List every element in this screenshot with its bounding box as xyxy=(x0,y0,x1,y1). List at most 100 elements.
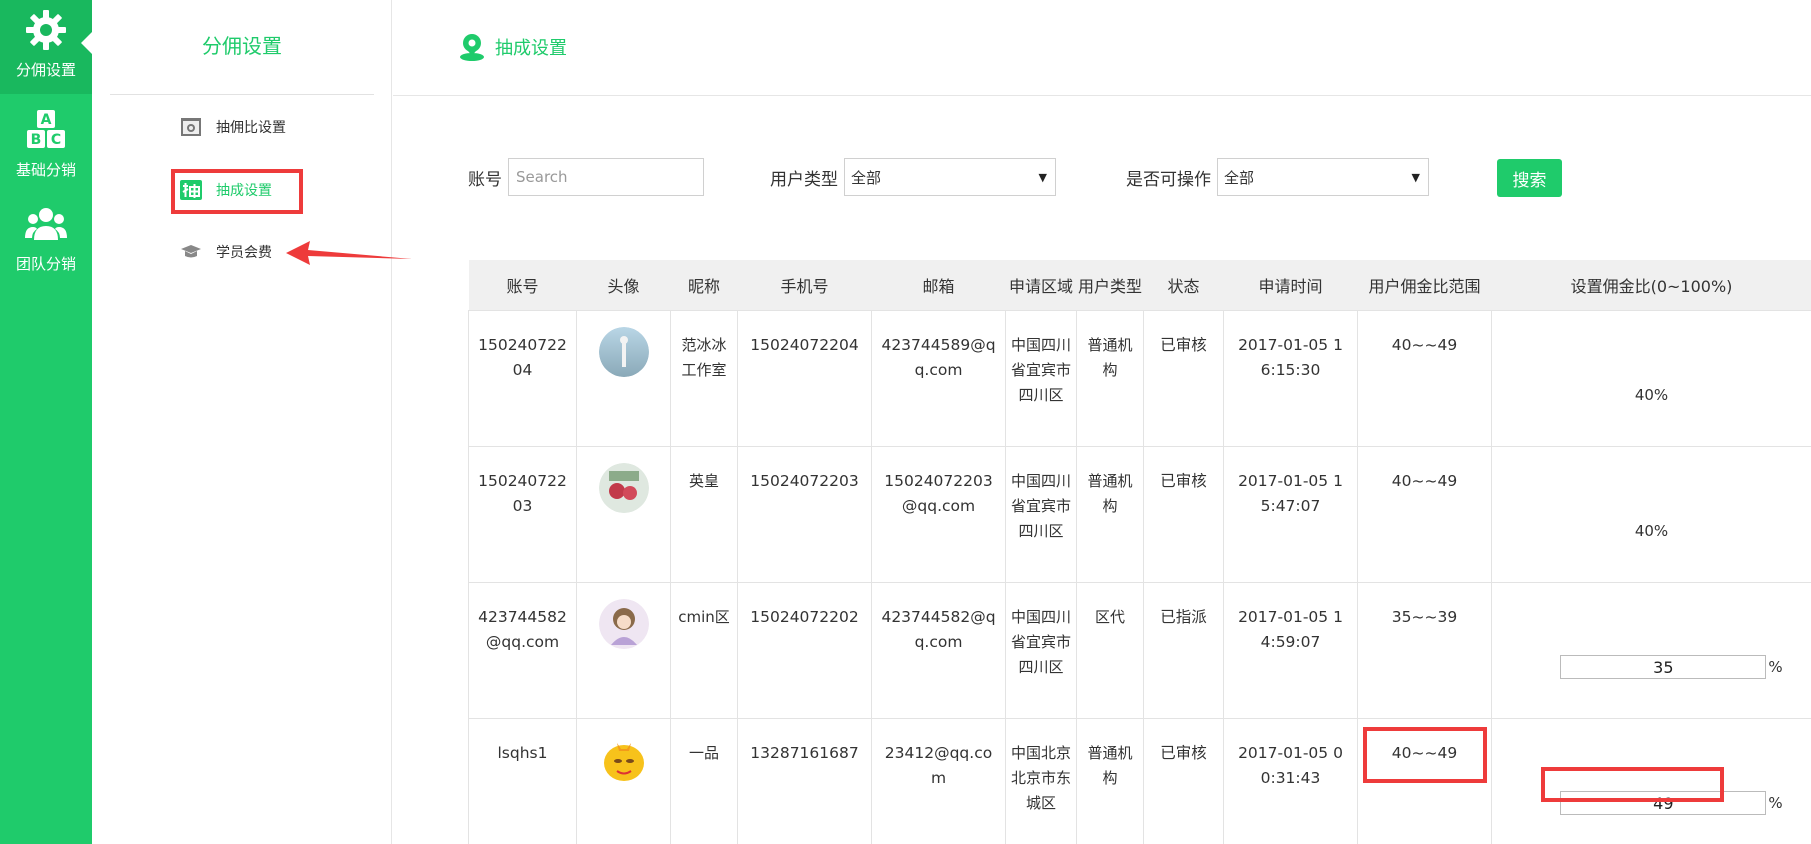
cell-nickname: 一品 xyxy=(670,717,738,844)
cell-phone: 15024072204 xyxy=(737,309,872,447)
cell-range: 35~~39 xyxy=(1357,581,1492,719)
sub-item-commission-ratio[interactable]: 抽佣比设置 xyxy=(180,114,286,140)
left-rail: 分佣设置 A B C 基础分销 团队分销 xyxy=(0,0,92,844)
table-row: 15024072204 范冰冰工作室 15024072204 423744589… xyxy=(468,309,1811,447)
percent-sign: % xyxy=(1768,657,1783,676)
cell-user-type: 普通机构 xyxy=(1076,309,1144,447)
highlight-box-range xyxy=(1363,727,1487,783)
svg-text:C: C xyxy=(51,132,61,148)
sub-item-label: 抽佣比设置 xyxy=(216,120,286,136)
cell-user-type: 普通机构 xyxy=(1076,717,1144,844)
column-header: 头像 xyxy=(576,260,671,310)
highlight-box-draw-settings xyxy=(171,169,303,214)
percent-sign: % xyxy=(1768,793,1783,812)
cell-nickname: cmin区 xyxy=(670,581,738,719)
cell-rate: 40% xyxy=(1491,445,1811,583)
cell-user-type: 普通机构 xyxy=(1076,445,1144,583)
avatar xyxy=(598,598,649,649)
operable-select[interactable]: 全部 ▼ xyxy=(1217,158,1429,196)
column-header: 申请时间 xyxy=(1223,260,1358,310)
active-notch xyxy=(81,32,92,54)
rail-item-label: 基础分销 xyxy=(15,161,76,179)
column-header: 设置佣金比(0~100%) xyxy=(1491,260,1811,310)
divider xyxy=(110,94,374,95)
cell-region: 中国四川省宜宾市四川区 xyxy=(1005,309,1077,447)
cell-rate: 40% xyxy=(1491,309,1811,447)
table-row: 423744582@qq.com cmin区 15024072202 42374… xyxy=(468,581,1811,719)
cell-email: 423744589@qq.com xyxy=(871,309,1006,447)
cell-status: 已指派 xyxy=(1143,581,1224,719)
sub-sidebar-title: 分佣设置 xyxy=(202,34,282,58)
cell-region: 中国四川省宜宾市四川区 xyxy=(1005,581,1077,719)
user-pin-icon xyxy=(460,34,484,61)
filter-operable: 是否可操作 全部 ▼ xyxy=(1126,158,1429,196)
account-search-input[interactable] xyxy=(508,158,704,196)
column-header: 昵称 xyxy=(670,260,738,310)
cell-account: 423744582@qq.com xyxy=(468,581,577,719)
rate-value: 40% xyxy=(1634,385,1669,404)
cell-email: 23412@qq.com xyxy=(871,717,1006,844)
cell-avatar xyxy=(576,581,671,719)
cell-status: 已审核 xyxy=(1143,309,1224,447)
column-header: 用户佣金比范围 xyxy=(1357,260,1492,310)
cell-nickname: 英皇 xyxy=(670,445,738,583)
table-header-row: 账号 头像 昵称 手机号 邮箱 申请区域 用户类型 状态 申请时间 用户佣金比范… xyxy=(468,260,1811,310)
sub-sidebar: 分佣设置 抽佣比设置 抽成设置 学员会费 xyxy=(92,0,392,844)
svg-text:B: B xyxy=(31,132,42,148)
cell-user-type: 区代 xyxy=(1076,581,1144,719)
cell-status: 已审核 xyxy=(1143,717,1224,844)
page-title: 抽成设置 xyxy=(459,33,567,61)
cell-rate: % xyxy=(1491,581,1811,719)
cell-time: 2017-01-05 14:59:07 xyxy=(1223,581,1358,719)
avatar xyxy=(598,734,649,785)
user-type-label: 用户类型 xyxy=(770,169,838,190)
main-header: 抽成设置 xyxy=(393,0,1811,96)
sub-item-label: 学员会费 xyxy=(216,245,272,261)
user-type-select[interactable]: 全部 ▼ xyxy=(844,158,1056,196)
cell-account: lsqhs1 xyxy=(468,717,577,844)
cell-region: 中国四川省宜宾市四川区 xyxy=(1005,445,1077,583)
commission-table: 账号 头像 昵称 手机号 邮箱 申请区域 用户类型 状态 申请时间 用户佣金比范… xyxy=(468,260,1811,844)
cell-avatar xyxy=(576,445,671,583)
page-title-text: 抽成设置 xyxy=(495,38,567,59)
filter-user-type: 用户类型 全部 ▼ xyxy=(770,158,1056,196)
rate-input[interactable] xyxy=(1560,655,1767,679)
rail-item-basic-distribution[interactable]: A B C 基础分销 xyxy=(0,100,92,194)
operable-label: 是否可操作 xyxy=(1126,169,1211,190)
abc-blocks-icon: A B C xyxy=(27,110,65,148)
column-header: 邮箱 xyxy=(871,260,1006,310)
cell-time: 2017-01-05 00:31:43 xyxy=(1223,717,1358,844)
column-header: 手机号 xyxy=(737,260,872,310)
column-header: 账号 xyxy=(468,260,577,310)
rate-editor: % xyxy=(1540,655,1803,680)
main-content: 抽成设置 账号 用户类型 全部 ▼ 是否可操作 全部 ▼ 搜索 账号 头像 昵称 xyxy=(393,0,1811,844)
team-icon xyxy=(25,208,67,240)
rail-item-team-distribution[interactable]: 团队分销 xyxy=(0,194,92,288)
user-type-select-value: 全部 xyxy=(851,168,882,187)
dropdown-caret-icon: ▼ xyxy=(1411,171,1420,184)
cell-status: 已审核 xyxy=(1143,445,1224,583)
dropdown-caret-icon: ▼ xyxy=(1038,171,1047,184)
table-row: 15024072203 英皇 15024072203 15024072203@q… xyxy=(468,445,1811,583)
account-label: 账号 xyxy=(468,169,502,190)
cell-time: 2017-01-05 15:47:07 xyxy=(1223,445,1358,583)
cell-region: 中国北京北京市东城区 xyxy=(1005,717,1077,844)
cell-email: 15024072203@qq.com xyxy=(871,445,1006,583)
avatar xyxy=(598,326,649,377)
rail-item-commission-settings[interactable]: 分佣设置 xyxy=(0,0,92,94)
column-header: 用户类型 xyxy=(1076,260,1144,310)
column-header: 状态 xyxy=(1143,260,1224,310)
cell-account: 15024072203 xyxy=(468,445,577,583)
cell-account: 15024072204 xyxy=(468,309,577,447)
gear-icon xyxy=(26,10,66,50)
search-button[interactable]: 搜索 xyxy=(1497,159,1562,197)
cell-phone: 15024072202 xyxy=(737,581,872,719)
column-header: 申请区域 xyxy=(1005,260,1077,310)
cell-avatar xyxy=(576,717,671,844)
svg-text:A: A xyxy=(41,112,52,128)
cell-time: 2017-01-05 16:15:30 xyxy=(1223,309,1358,447)
cell-email: 423744582@qq.com xyxy=(871,581,1006,719)
sub-item-member-fee[interactable]: 学员会费 xyxy=(180,239,272,265)
cell-range: 40~~49 xyxy=(1357,445,1492,583)
rate-value: 40% xyxy=(1634,521,1669,540)
